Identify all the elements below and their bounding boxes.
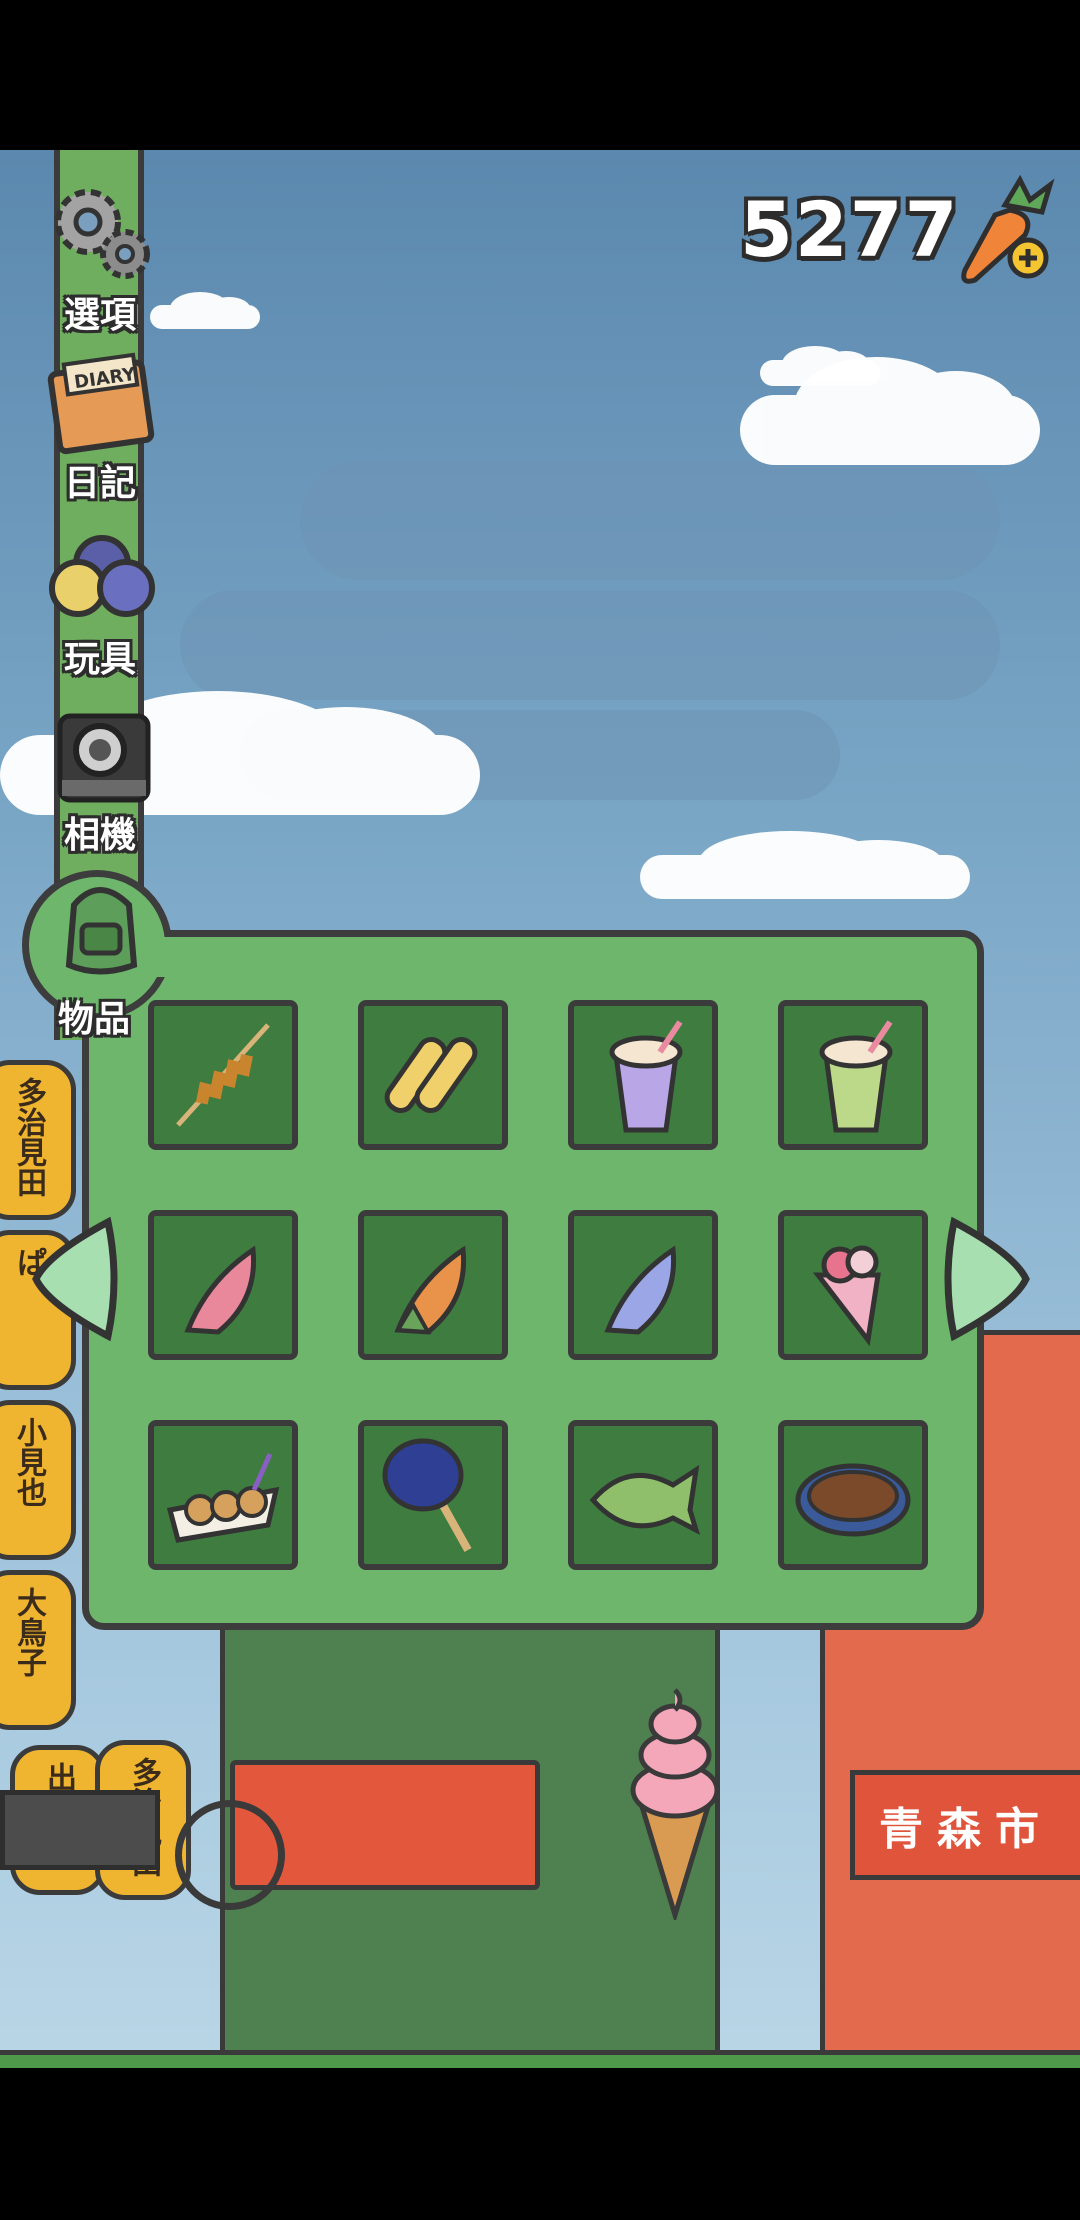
- inventory-slot-yakisoba[interactable]: [778, 1420, 928, 1570]
- fireworks-fan-icon: [382, 1438, 472, 1552]
- inventory-slot-carrot-taiyaki-cone[interactable]: [358, 1210, 508, 1360]
- menu-camera[interactable]: 相機: [30, 702, 170, 858]
- carrot-taiyaki-cone-icon: [394, 1245, 467, 1335]
- yakisoba-icon: [795, 1463, 911, 1537]
- menu-diary[interactable]: DIARY 日記: [30, 350, 170, 506]
- menu-items-label: 物品: [58, 999, 131, 1040]
- ice-cream-crepe-icon: [812, 1245, 881, 1347]
- cloud: [640, 830, 970, 899]
- cart-wheel: [175, 1800, 285, 1910]
- inventory-slot-strawberry-taiyaki-cone[interactable]: [148, 1210, 298, 1360]
- lantern: 小見也: [0, 1400, 76, 1560]
- bench: [0, 1790, 160, 1870]
- inventory-slot-ice-cream-crepe[interactable]: [778, 1210, 928, 1360]
- inventory-slot-grilled-corn[interactable]: [358, 1000, 508, 1150]
- matcha-taiyaki-icon: [589, 1464, 701, 1535]
- inventory-slot-fireworks-fan[interactable]: [358, 1420, 508, 1570]
- menu-toys[interactable]: 玩具: [30, 526, 170, 682]
- toy-balls-icon: [40, 526, 160, 636]
- matcha-shake-icon: [819, 1020, 893, 1133]
- clover-count: 5277: [740, 185, 960, 274]
- gear-icon: [40, 182, 160, 292]
- diary-icon: DIARY: [40, 350, 160, 460]
- blueberry-taiyaki-cone-icon: [604, 1245, 677, 1335]
- backpack-icon: [65, 887, 138, 975]
- menu-diary-label: 日記: [63, 463, 136, 504]
- cloud-shadow: [300, 460, 1000, 580]
- tornado-potato-icon: [176, 1023, 270, 1127]
- takoyaki-icon: [166, 1452, 280, 1543]
- strawberry-taiyaki-cone-icon: [184, 1245, 257, 1335]
- lantern: 大鳥子: [0, 1570, 76, 1730]
- menu-options-label: 選項: [63, 295, 136, 336]
- cloud-shadow: [180, 590, 1000, 700]
- inventory-slot-matcha-taiyaki[interactable]: [568, 1420, 718, 1570]
- blueberry-shake-icon: [609, 1020, 683, 1133]
- aomori-banner: 青森市: [850, 1770, 1080, 1880]
- inventory-slot-tornado-potato[interactable]: [148, 1000, 298, 1150]
- menu-options[interactable]: 選項: [30, 182, 170, 338]
- grilled-corn-icon: [384, 1036, 478, 1114]
- camera-icon: [40, 702, 160, 812]
- cloud: [740, 356, 1040, 465]
- menu-toys-label: 玩具: [63, 639, 136, 680]
- arrow-right-icon[interactable]: [944, 1214, 1034, 1344]
- arrow-left-icon[interactable]: [28, 1214, 118, 1344]
- inventory-slot-blueberry-taiyaki-cone[interactable]: [568, 1210, 718, 1360]
- grass: [0, 2050, 1080, 2068]
- inventory-slot-matcha-shake[interactable]: [778, 1000, 928, 1150]
- menu-camera-label: 相機: [63, 815, 136, 856]
- lantern: 多治見田: [0, 1060, 76, 1220]
- inventory-slot-blueberry-shake[interactable]: [568, 1000, 718, 1150]
- inventory-slot-takoyaki[interactable]: [148, 1420, 298, 1570]
- ice-cream-sign: [630, 1688, 720, 1920]
- carrot-plus-icon[interactable]: [950, 170, 1060, 290]
